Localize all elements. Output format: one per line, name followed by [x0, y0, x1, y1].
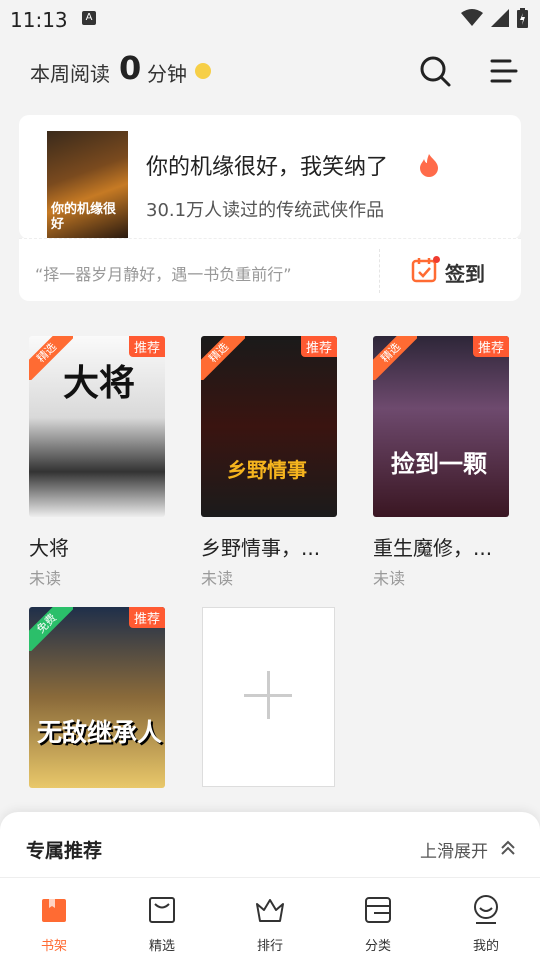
bookshelf-icon: [42, 899, 66, 922]
tab-label: 排行: [256, 939, 283, 954]
free-ribbon: 免费: [29, 607, 73, 651]
wifi-icon: [461, 9, 483, 26]
crown-icon: [256, 899, 284, 922]
book-item[interactable]: 免费 推荐 无敌继承人: [29, 607, 165, 788]
weekly-reading-unit: 分钟: [147, 62, 187, 86]
book-cover[interactable]: 免费 推荐 无敌继承人: [29, 607, 165, 788]
exclusive-recommend-panel[interactable]: 专属推荐 上滑展开: [0, 812, 540, 877]
daily-quote: “择一器岁月静好，遇一书负重前行”: [35, 265, 292, 284]
swipe-up-hint[interactable]: 上滑展开: [420, 837, 488, 862]
chevron-up-icon[interactable]: [500, 839, 516, 857]
tab-category[interactable]: 分类: [324, 878, 432, 961]
bag-icon: [149, 897, 175, 923]
tab-label: 书架: [40, 939, 67, 954]
recommend-tag: 推荐: [300, 336, 337, 357]
battery-icon: [517, 8, 528, 28]
book-status: 未读: [29, 569, 62, 588]
checkin-badge-dot: [433, 256, 440, 263]
bottom-tab-bar: 书架 精选 排行 分类 我的: [0, 877, 540, 961]
signal-icon: [491, 9, 509, 27]
book-title[interactable]: 重生魔修，...: [373, 532, 492, 561]
featured-book-card[interactable]: 你的机缘很好 你的机缘很好，我笑纳了 30.1万人读过的传统武侠作品: [19, 115, 521, 239]
book-cover-title: 乡野情事: [227, 458, 307, 482]
notification-a-icon: A: [82, 11, 96, 25]
quote-bar: “择一器岁月静好，遇一书负重前行” 签到: [19, 238, 521, 301]
panel-title: 专属推荐: [26, 840, 103, 862]
tab-label: 分类: [364, 939, 391, 954]
recommend-tag: 推荐: [128, 607, 165, 628]
checkin-button[interactable]: 签到: [445, 258, 485, 287]
weekly-reading-minutes: 0: [119, 49, 142, 87]
featured-ribbon: 精选: [201, 336, 245, 380]
recommend-tag: 推荐: [472, 336, 509, 357]
status-bar: 11:13 A: [0, 0, 540, 36]
search-icon[interactable]: [418, 54, 452, 88]
profile-icon: [474, 895, 498, 924]
system-icons: [461, 8, 528, 28]
book-cover[interactable]: 精选 推荐 乡野情事: [201, 336, 337, 517]
book-cover-title: 无敌继承人: [37, 718, 163, 747]
add-book-button[interactable]: [202, 607, 335, 787]
featured-book-subtitle: 30.1万人读过的传统武侠作品: [146, 200, 385, 221]
tab-bookshelf[interactable]: 书架: [0, 878, 108, 961]
book-status: 未读: [373, 569, 406, 588]
book-item[interactable]: 精选 推荐 乡野情事 乡野情事，... 未读: [201, 336, 337, 588]
featured-book-cover[interactable]: 你的机缘很好: [47, 131, 128, 238]
weekly-reading-label: 本周阅读: [30, 62, 110, 86]
fire-icon: [420, 154, 438, 177]
book-item[interactable]: 精选 推荐 捡到一颗 重生魔修，... 未读: [373, 336, 509, 588]
featured-book-title[interactable]: 你的机缘很好，我笑纳了: [146, 149, 388, 181]
status-time: 11:13: [10, 8, 68, 32]
coin-icon: [195, 63, 211, 79]
tab-profile[interactable]: 我的: [432, 878, 540, 961]
book-cover-title: 大将: [63, 363, 136, 404]
book-cover[interactable]: 精选 推荐 捡到一颗: [373, 336, 509, 517]
book-cover[interactable]: 精选 推荐 大将: [29, 336, 165, 517]
featured-ribbon: 精选: [373, 336, 417, 380]
category-icon: [365, 897, 391, 923]
tab-ranking[interactable]: 排行: [216, 878, 324, 961]
featured-cover-title: 你的机缘很好: [51, 202, 117, 232]
book-title[interactable]: 大将: [29, 532, 69, 561]
tab-label: 精选: [148, 939, 175, 954]
book-title[interactable]: 乡野情事，...: [201, 532, 320, 561]
menu-icon[interactable]: [488, 56, 518, 86]
book-item[interactable]: 精选 推荐 大将 大将 未读: [29, 336, 165, 588]
tab-label: 我的: [472, 939, 499, 954]
quote-divider: [379, 249, 380, 293]
book-status: 未读: [201, 569, 234, 588]
header: 本周阅读 0 分钟: [0, 46, 540, 96]
book-cover-title: 捡到一颗: [391, 450, 487, 478]
tab-selection[interactable]: 精选: [108, 878, 216, 961]
